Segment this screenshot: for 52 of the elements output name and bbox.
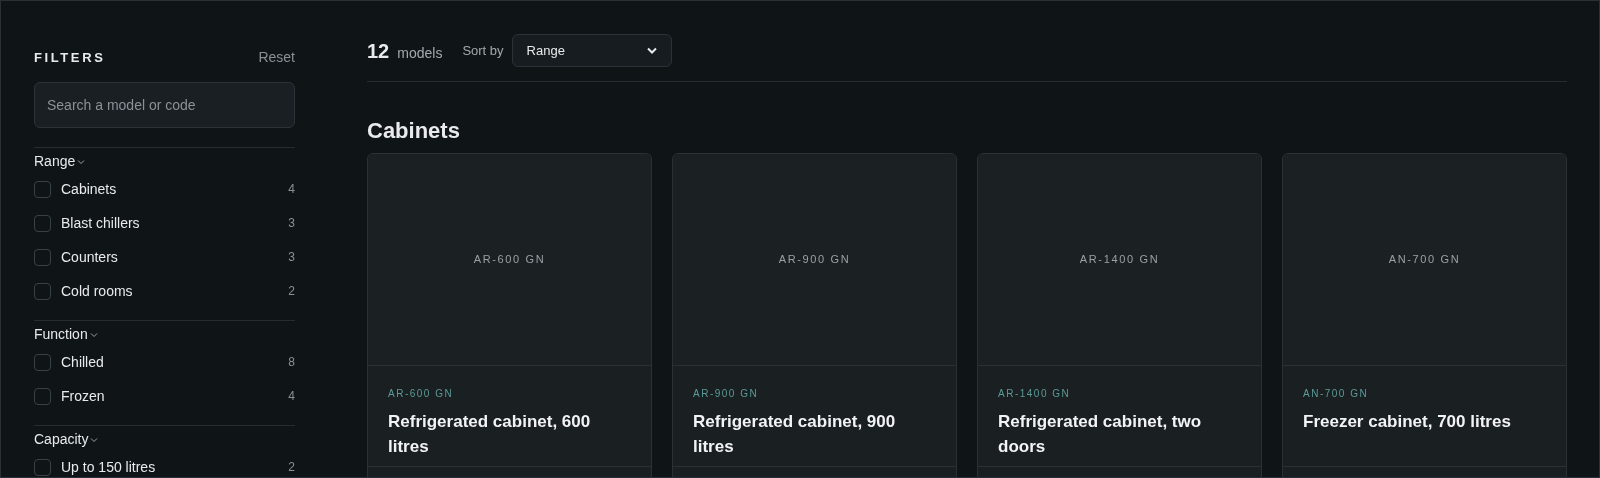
chevron-icon: [77, 158, 86, 165]
product-card[interactable]: AR-900 GN AR-900 GN Refrigerated cabinet, 900 litres: [672, 153, 957, 477]
chevron-icon: [646, 47, 657, 54]
checkbox[interactable]: [34, 214, 51, 232]
filter-count: 4: [288, 388, 295, 405]
filter-option-label: Chilled: [61, 352, 105, 372]
filter-option-label: Counters: [61, 247, 119, 267]
section-heading: Cabinets: [367, 117, 461, 145]
checkbox[interactable]: [34, 458, 51, 476]
product-card[interactable]: AN-700 GN AN-700 GN Freezer cabinet, 700 litres: [1282, 153, 1567, 477]
checkbox[interactable]: [34, 180, 51, 198]
search-field[interactable]: Search a model or code: [34, 82, 295, 128]
filter-count: 3: [288, 215, 295, 232]
sort-dropdown[interactable]: Range: [511, 34, 672, 67]
filter-group-toggle[interactable]: Capacity: [34, 429, 99, 450]
sort-label: Sort by: [462, 41, 504, 60]
image-code: AR-900 GN: [778, 252, 851, 268]
product-name: Refrigerated cabinet, two doors: [998, 411, 1203, 458]
checkbox[interactable]: [34, 353, 51, 371]
checkbox[interactable]: [34, 248, 51, 266]
filter-option-label: Cabinets: [61, 179, 118, 199]
checkbox[interactable]: [34, 282, 51, 300]
result-label: models: [397, 43, 443, 63]
filter-count: 2: [288, 283, 295, 300]
filter-option-label: Up to 150 litres: [61, 457, 157, 477]
filter-count: 8: [288, 354, 295, 371]
product-code: AR-900 GN: [693, 387, 760, 401]
chevron-icon: [90, 436, 99, 443]
chevron-icon: [89, 331, 98, 338]
filter-group-toggle[interactable]: Range: [34, 151, 86, 172]
product-card[interactable]: AR-1400 GN AR-1400 GN Refrigerated cabinet, two doors: [977, 153, 1262, 477]
product-name: Refrigerated cabinet, 900 litres: [693, 411, 897, 458]
result-count: 12: [367, 38, 390, 64]
filter-option-label: Cold rooms: [61, 281, 134, 301]
reset-button[interactable]: Reset: [258, 47, 295, 68]
filter-count: 3: [288, 249, 295, 266]
image-code: AR-600 GN: [473, 252, 546, 268]
product-code: AR-1400 GN: [998, 387, 1072, 401]
product-card[interactable]: AR-600 GN AR-600 GN Refrigerated cabinet, 600 litres: [367, 153, 652, 477]
product-name: Freezer cabinet, 700 litres: [1303, 411, 1512, 433]
product-code: AN-700 GN: [1303, 387, 1370, 401]
product-code: AR-600 GN: [388, 387, 455, 401]
filter-count: 4: [288, 181, 295, 198]
filter-option-label: Blast chillers: [61, 213, 141, 233]
image-code: AR-1400 GN: [1079, 252, 1160, 268]
product-name: Refrigerated cabinet, 600 litres: [388, 411, 592, 458]
filter-option-label: Frozen: [61, 386, 106, 406]
filter-count: 2: [288, 459, 295, 476]
filter-group-toggle[interactable]: Function: [34, 324, 98, 345]
filters-heading: FILTERS: [34, 48, 106, 67]
image-code: AN-700 GN: [1388, 252, 1461, 268]
checkbox[interactable]: [34, 387, 51, 405]
